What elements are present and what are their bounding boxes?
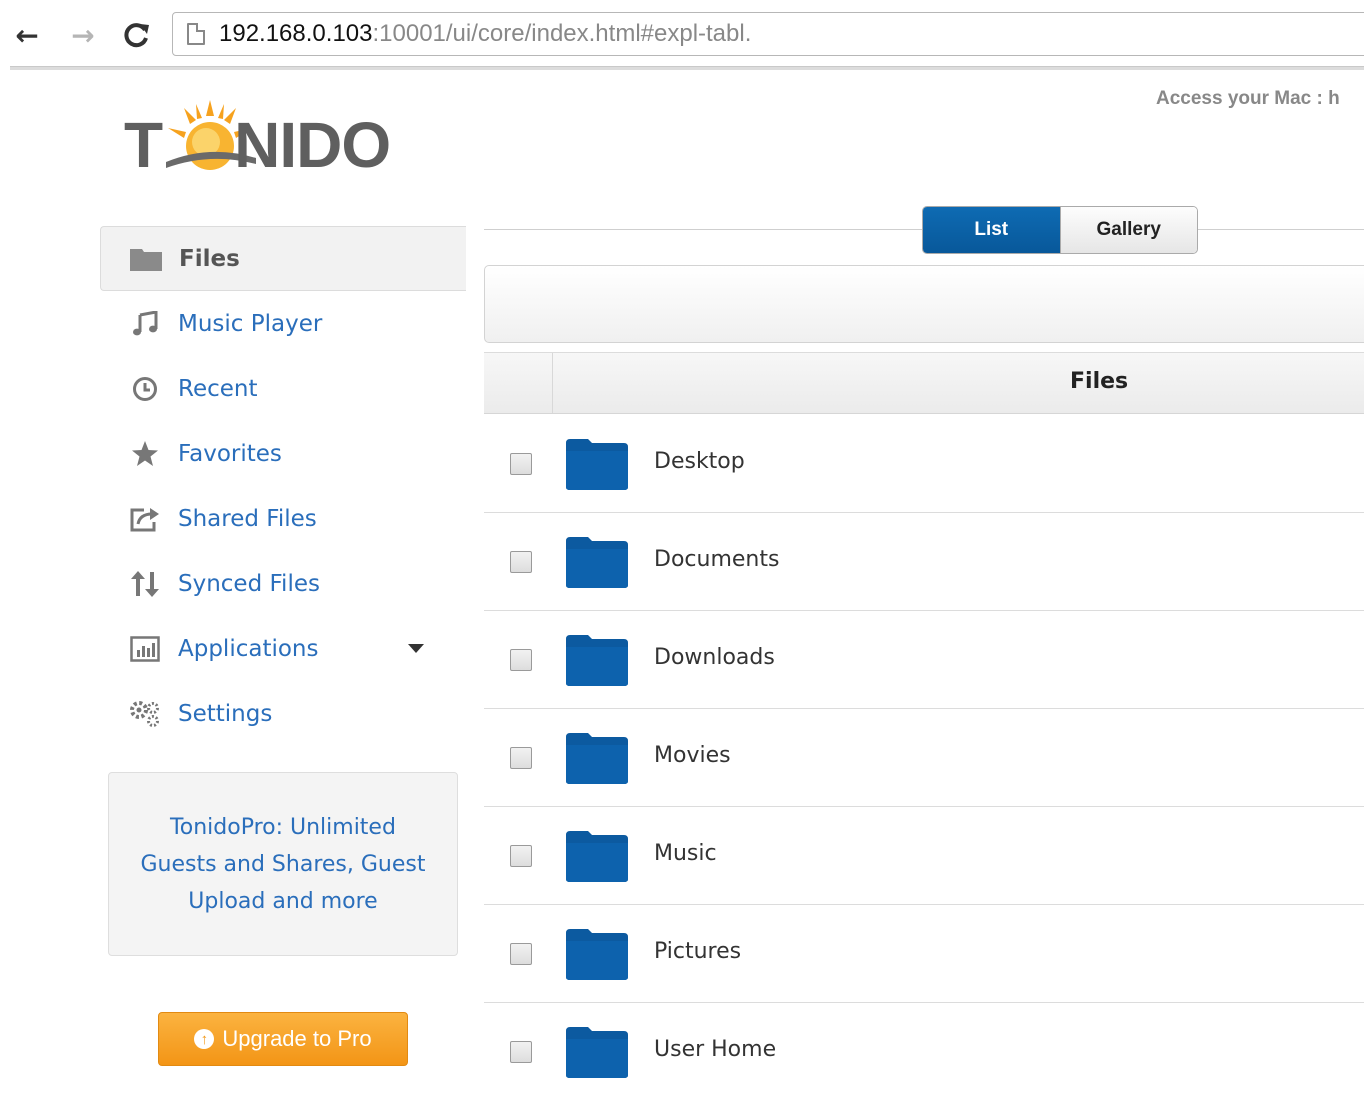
sidebar-item-settings[interactable]: Settings bbox=[100, 681, 466, 746]
clock-icon bbox=[128, 375, 162, 403]
table-header: Files bbox=[484, 352, 1364, 414]
column-header-files[interactable]: Files bbox=[1070, 369, 1128, 394]
file-list: Desktop Documents Downloads Movies Music… bbox=[484, 415, 1364, 1098]
sidebar-item-label: Shared Files bbox=[178, 505, 317, 532]
logo-letter-t: T bbox=[124, 109, 163, 181]
table-row[interactable]: User Home bbox=[484, 1003, 1364, 1098]
table-row[interactable]: Downloads bbox=[484, 611, 1364, 709]
table-row[interactable]: Music bbox=[484, 807, 1364, 905]
upgrade-label: Upgrade to Pro bbox=[222, 1026, 372, 1051]
file-name[interactable]: Desktop bbox=[654, 449, 745, 474]
column-divider bbox=[552, 353, 553, 413]
share-icon bbox=[128, 505, 162, 533]
table-row[interactable]: Pictures bbox=[484, 905, 1364, 1003]
url-path: :10001/ui/core/index.html#expl-tabl. bbox=[372, 20, 752, 47]
sidebar-item-label: Favorites bbox=[178, 440, 282, 467]
upgrade-to-pro-button[interactable]: ↑ Upgrade to Pro bbox=[158, 1012, 408, 1066]
sidebar-item-label: Synced Files bbox=[178, 570, 320, 597]
arrow-up-circle-icon: ↑ bbox=[194, 1029, 215, 1049]
star-icon bbox=[128, 440, 162, 468]
file-name[interactable]: Movies bbox=[654, 743, 731, 768]
list-view-button[interactable]: List bbox=[923, 207, 1060, 253]
toolbar-divider bbox=[10, 66, 1364, 70]
folder-icon bbox=[566, 439, 628, 490]
bar-chart-icon bbox=[128, 635, 162, 663]
sidebar-item-applications[interactable]: Applications bbox=[100, 616, 466, 681]
divider bbox=[484, 229, 922, 230]
reload-icon[interactable] bbox=[120, 16, 154, 54]
sidebar-item-label: Applications bbox=[178, 635, 319, 662]
logo-text-nido: NIDO bbox=[234, 109, 391, 181]
address-bar[interactable]: 192.168.0.103:10001/ui/core/index.html#e… bbox=[172, 12, 1364, 56]
sidebar-item-label: Recent bbox=[178, 375, 258, 402]
file-toolbar bbox=[484, 265, 1364, 343]
table-row[interactable]: Movies bbox=[484, 709, 1364, 807]
chevron-down-icon[interactable] bbox=[408, 644, 424, 653]
folder-icon bbox=[566, 733, 628, 784]
file-name[interactable]: Pictures bbox=[654, 939, 741, 964]
file-name[interactable]: Documents bbox=[654, 547, 779, 572]
row-checkbox[interactable] bbox=[510, 747, 532, 769]
divider bbox=[1198, 229, 1364, 230]
folder-icon bbox=[566, 635, 628, 686]
sidebar: Files Music Player Recent Favorites Shar… bbox=[100, 226, 466, 746]
row-checkbox[interactable] bbox=[510, 1041, 532, 1063]
folder-icon bbox=[566, 929, 628, 980]
folder-icon bbox=[566, 537, 628, 588]
sidebar-item-recent[interactable]: Recent bbox=[100, 356, 466, 421]
forward-arrow-icon[interactable]: → bbox=[66, 16, 100, 54]
tonidopro-promo[interactable]: TonidoPro: Unlimited Guests and Shares, … bbox=[108, 772, 458, 956]
file-name[interactable]: Music bbox=[654, 841, 717, 866]
sidebar-item-label: Files bbox=[179, 245, 240, 272]
row-checkbox[interactable] bbox=[510, 551, 532, 573]
promo-link[interactable]: TonidoPro: Unlimited Guests and Shares, … bbox=[139, 809, 427, 920]
gears-icon bbox=[128, 700, 162, 728]
view-toggle: List Gallery bbox=[922, 206, 1198, 254]
page-icon bbox=[187, 23, 205, 45]
folder-icon bbox=[566, 1027, 628, 1078]
file-name[interactable]: User Home bbox=[654, 1037, 776, 1062]
sidebar-item-shared-files[interactable]: Shared Files bbox=[100, 486, 466, 551]
sidebar-item-synced-files[interactable]: Synced Files bbox=[100, 551, 466, 616]
row-checkbox[interactable] bbox=[510, 649, 532, 671]
back-arrow-icon[interactable]: ← bbox=[10, 16, 44, 54]
sidebar-item-music-player[interactable]: Music Player bbox=[100, 291, 466, 356]
file-name[interactable]: Downloads bbox=[654, 645, 775, 670]
row-checkbox[interactable] bbox=[510, 453, 532, 475]
gallery-view-button[interactable]: Gallery bbox=[1059, 207, 1197, 253]
folder-icon bbox=[566, 831, 628, 882]
sidebar-item-label: Music Player bbox=[178, 310, 323, 337]
row-checkbox[interactable] bbox=[510, 845, 532, 867]
table-row[interactable]: Desktop bbox=[484, 415, 1364, 513]
sidebar-item-files[interactable]: Files bbox=[100, 226, 466, 291]
url-host: 192.168.0.103 bbox=[219, 20, 373, 47]
table-row[interactable]: Documents bbox=[484, 513, 1364, 611]
sync-icon bbox=[128, 570, 162, 598]
tonido-logo[interactable]: T NIDO bbox=[124, 96, 404, 186]
browser-toolbar: ← → 192.168.0.103:10001/ui/core/index.ht… bbox=[0, 0, 1364, 70]
folder-icon bbox=[129, 245, 163, 273]
access-your-mac-text: Access your Mac : h bbox=[1156, 88, 1340, 109]
sidebar-item-label: Settings bbox=[178, 700, 273, 727]
row-checkbox[interactable] bbox=[510, 943, 532, 965]
music-note-icon bbox=[128, 310, 162, 338]
sidebar-item-favorites[interactable]: Favorites bbox=[100, 421, 466, 486]
